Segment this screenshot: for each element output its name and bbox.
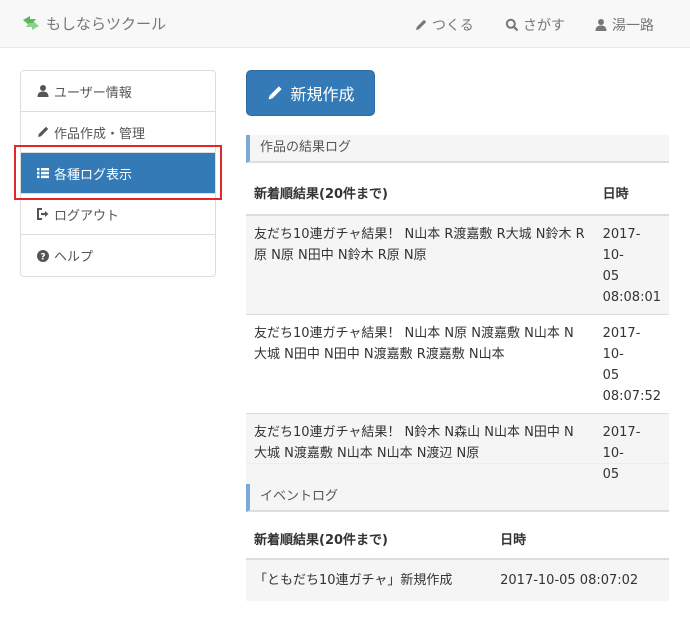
nav-search-label: さがす xyxy=(523,18,565,34)
brand-logo-icon xyxy=(23,16,39,30)
work-log-heading: 作品の結果ログ xyxy=(246,135,669,163)
brand-text: もしならツクール xyxy=(46,14,167,33)
column-header-result: 新着順結果(20件まで) xyxy=(246,170,595,216)
work-log-table: 新着順結果(20件まで) 日時 友だち10連ガチャ結果！ N山本 R渡嘉敷 R大… xyxy=(246,170,669,512)
user-icon xyxy=(37,85,49,97)
nav-user-link[interactable]: 湯一路 xyxy=(594,15,654,35)
column-header-date: 日時 xyxy=(594,170,669,216)
table-row: 友だち10連ガチャ結果！ N山本 R渡嘉敷 R大城 N鈴木 R原 N原 N田中 … xyxy=(246,214,669,315)
pencil-icon xyxy=(38,126,49,137)
event-log-table: 新着順結果(20件まで) 日時 「ともだち10連ガチャ」新規作成 2017-10… xyxy=(246,519,669,601)
pencil-icon xyxy=(416,19,427,30)
brand-link[interactable]: もしならツクール xyxy=(20,12,166,34)
sidebar-item-logout[interactable]: ログアウト xyxy=(21,194,215,235)
sidebar-item-user-info[interactable]: ユーザー情報 xyxy=(21,71,215,112)
table-header-row: 新着順結果(20件まで) 日時 xyxy=(246,519,669,560)
sidebar-item-label: ログアウト xyxy=(54,208,120,224)
sidebar-item-label: 作品作成・管理 xyxy=(54,126,146,142)
table-header-row: 新着順結果(20件まで) 日時 xyxy=(246,170,669,216)
sidebar-item-label: ユーザー情報 xyxy=(54,85,132,101)
section-divider xyxy=(246,463,669,464)
new-create-label: 新規作成 xyxy=(290,85,355,104)
user-icon xyxy=(595,19,607,31)
sidebar-item-help[interactable]: ? ヘルプ xyxy=(21,235,215,276)
sidebar-item-label: 各種ログ表示 xyxy=(54,167,133,183)
logout-icon xyxy=(37,208,49,220)
sidebar-item-works-manage[interactable]: 作品作成・管理 xyxy=(21,112,215,153)
new-create-button[interactable]: 新規作成 xyxy=(246,70,375,116)
nav-search-link[interactable]: さがす xyxy=(505,15,565,35)
list-icon xyxy=(37,168,49,179)
column-header-result: 新着順結果(20件まで) xyxy=(246,519,493,560)
result-cell: 友だち10連ガチャ結果！ N山本 N原 N渡嘉敷 N山本 N大城 N田中 N田中… xyxy=(246,314,595,414)
pencil-icon xyxy=(269,86,283,100)
navbar: もしならツクール つくる さがす 湯一路 xyxy=(0,0,690,48)
date-cell: 2017-10-05 08:07:02 xyxy=(492,558,669,601)
sidebar-menu: ユーザー情報 作品作成・管理 各種ログ表示 ログアウト ? ヘルプ xyxy=(20,70,216,277)
table-row: 「ともだち10連ガチャ」新規作成 2017-10-05 08:07:02 xyxy=(246,558,669,601)
column-header-date: 日時 xyxy=(492,519,669,560)
date-cell: 2017-10- 05 08:08:01 xyxy=(594,214,669,315)
sidebar-item-logs[interactable]: 各種ログ表示 xyxy=(21,153,215,194)
search-icon xyxy=(505,18,519,32)
nav-user-label: 湯一路 xyxy=(612,18,654,34)
result-cell: 「ともだち10連ガチャ」新規作成 xyxy=(246,558,493,601)
table-row: 友だち10連ガチャ結果！ N山本 N原 N渡嘉敷 N山本 N大城 N田中 N田中… xyxy=(246,314,669,414)
date-cell: 2017-10- 05 08:07:52 xyxy=(594,314,669,414)
event-log-heading: イベントログ xyxy=(246,484,669,512)
question-icon: ? xyxy=(37,249,49,262)
svg-text:?: ? xyxy=(40,252,45,262)
sidebar-item-label: ヘルプ xyxy=(54,250,94,265)
nav-create-label: つくる xyxy=(432,18,474,34)
nav-create-link[interactable]: つくる xyxy=(414,15,474,35)
result-cell: 友だち10連ガチャ結果！ N山本 R渡嘉敷 R大城 N鈴木 R原 N原 N田中 … xyxy=(246,214,595,315)
